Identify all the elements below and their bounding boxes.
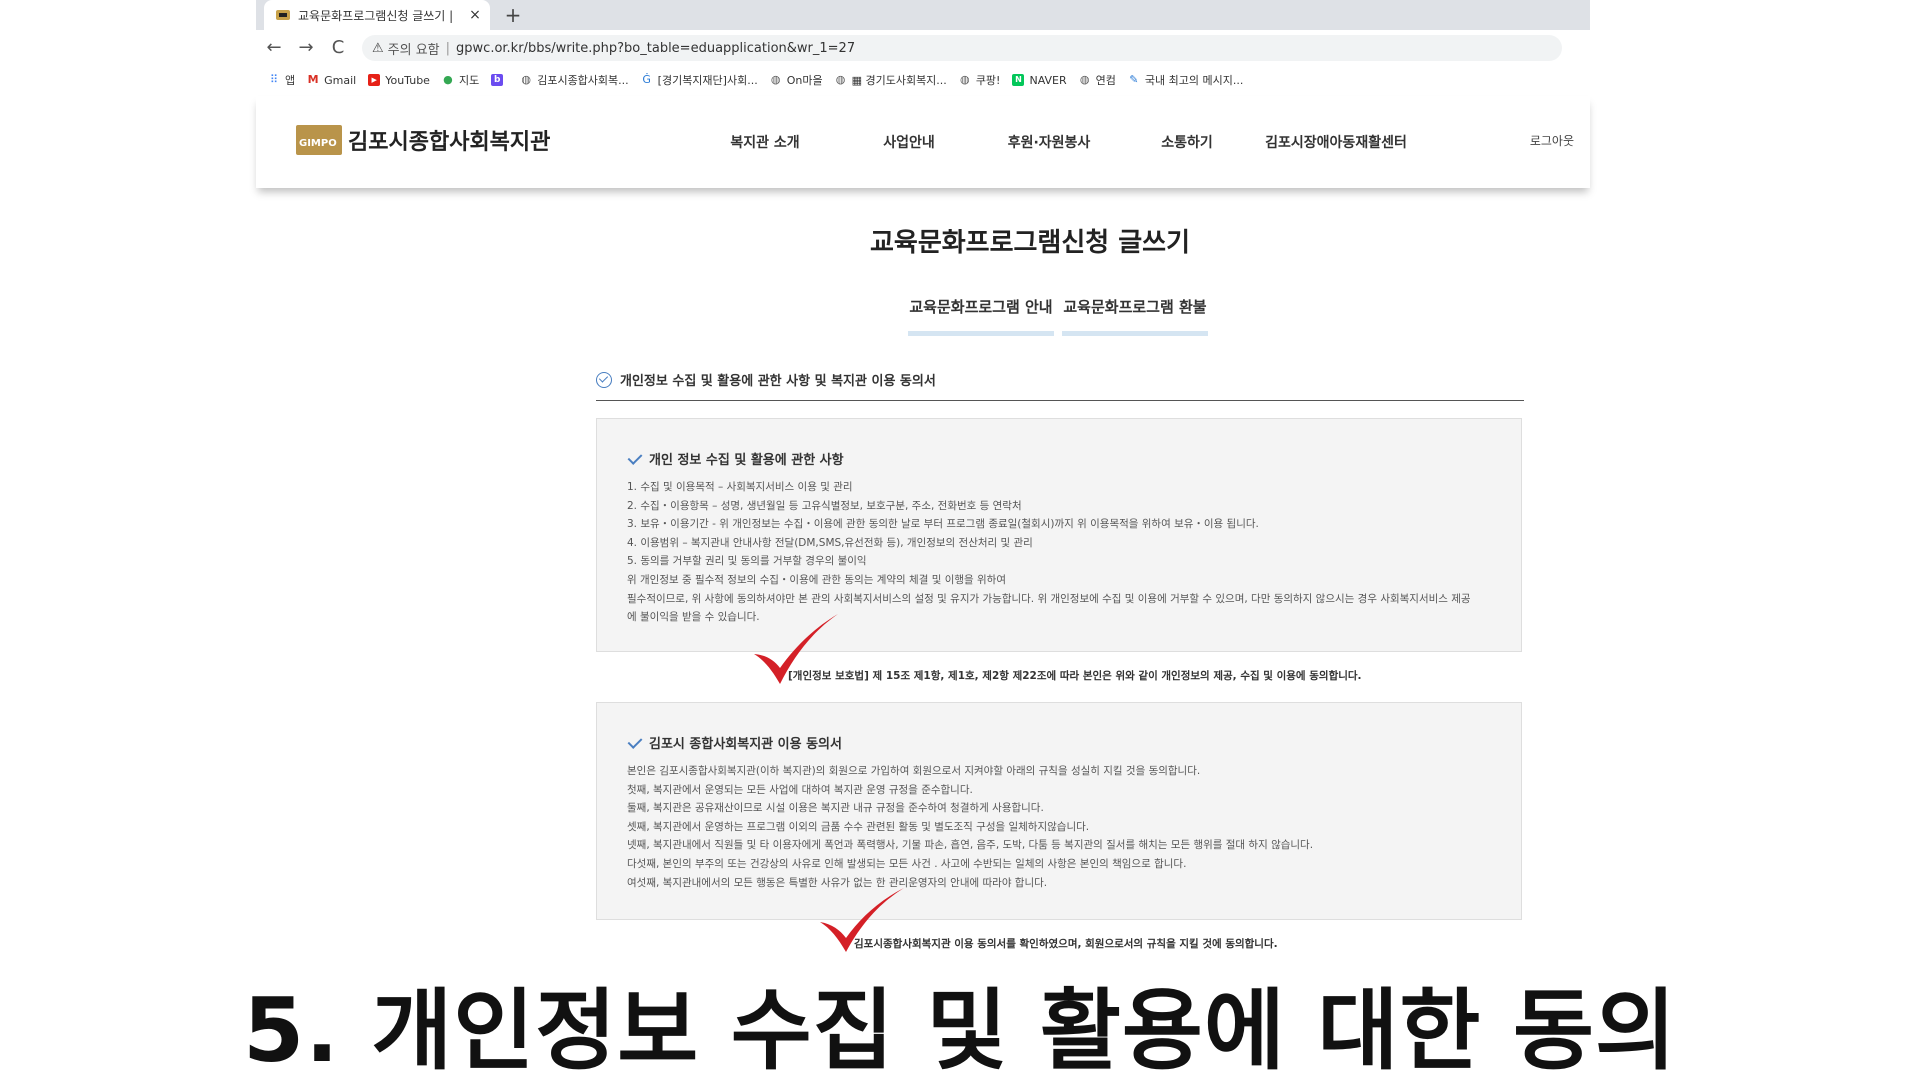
site-header: GIMPO 김포시종합사회복지관 복지관 소개 사업안내 후원·자원봉사 소통하… — [256, 96, 1590, 188]
section-heading-text: 개인정보 수집 및 활용에 관한 사항 및 복지관 이용 동의서 — [620, 374, 936, 389]
site-favicon-icon — [276, 10, 290, 20]
new-tab-button[interactable]: + — [502, 4, 524, 26]
bookmark-gmail[interactable]: M Gmail — [307, 73, 357, 87]
band-icon: b — [491, 74, 504, 86]
usage-rule-line: 둘째, 복지관은 공유재산이므로 시설 이용은 복지관 내규 규정을 준수하여 … — [627, 802, 1044, 815]
page-title: 교육문화프로그램신청 글쓰기 — [869, 228, 1190, 258]
globe-icon: ◍ — [835, 73, 846, 86]
browser-toolbar: ← → C ⚠ 주의 요함 | gpwc.or.kr/bbs/write.php… — [256, 30, 1590, 66]
privacy-term-line: 위 개인정보 중 필수적 정보의 수집・이용에 관한 동의는 계약의 체결 및 … — [627, 573, 1006, 586]
warning-icon[interactable]: ⚠ — [372, 41, 384, 56]
youtube-icon: ▶ — [368, 74, 381, 86]
naver-icon: N — [1012, 74, 1025, 86]
maps-pin-icon: ● — [443, 73, 453, 86]
circle-check-icon — [596, 372, 612, 388]
consent-section-heading: 개인정보 수집 및 활용에 관한 사항 및 복지관 이용 동의서 — [596, 370, 1524, 401]
security-status[interactable]: 주의 요함 — [388, 39, 440, 58]
facility-usage-box: 김포시 종합사회복지관 이용 동의서 본인은 김포시종합사회복지관(이하 복지관… — [596, 702, 1522, 920]
tab-program-refund[interactable]: 교육문화프로그램 환불 — [1062, 296, 1208, 336]
logo-emblem: GIMPO — [296, 125, 342, 155]
globe-icon: ◍ — [521, 73, 531, 86]
globe-icon: ◍ — [1079, 73, 1090, 86]
url-text[interactable]: gpwc.or.kr/bbs/write.php?bo_table=eduapp… — [456, 41, 855, 56]
privacy-terms-title: 개인 정보 수집 및 활용에 관한 사항 — [649, 453, 844, 468]
bookmark-onmaeul[interactable]: ◍ On마을 — [770, 72, 823, 88]
privacy-terms-title-row: 개인 정보 수집 및 활용에 관한 사항 — [627, 449, 1491, 468]
usage-rule-line: 본인은 김포시종합사회복지관(이하 복지관)의 회원으로 가입하여 회원으로서 … — [627, 765, 1201, 777]
sub-tabs: 교육문화프로그램 안내 교육문화프로그램 환불 — [908, 296, 1216, 336]
usage-rule-line: 첫째, 복지관에서 운영되는 모든 사업에 대하여 복지관 운영 규정을 준수합… — [627, 783, 973, 796]
bookmark-naver[interactable]: N NAVER — [1012, 74, 1067, 87]
check-icon — [627, 733, 643, 749]
nav-community[interactable]: 소통하기 — [1128, 132, 1246, 152]
tab-strip: 교육문화프로그램신청 글쓰기 | × + — [256, 0, 1590, 30]
site-logo[interactable]: GIMPO 김포시종합사회복지관 — [296, 124, 550, 156]
bookmark-band[interactable]: b — [491, 74, 508, 86]
main-navigation: 복지관 소개 사업안내 후원·자원봉사 소통하기 김포시장애아동재활센터 — [700, 132, 1416, 152]
privacy-term-line: 5. 동의를 거부할 권리 및 동의를 거부할 경우의 불이익 — [627, 555, 867, 568]
bookmark-message[interactable]: ✎ 국내 최고의 메시지... — [1128, 72, 1243, 88]
logout-link[interactable]: 로그아웃 — [1530, 132, 1574, 149]
apps-grid-icon: ⠿ — [269, 73, 279, 86]
bookmark-yeoncom[interactable]: ◍ 연컴 — [1079, 72, 1116, 88]
usage-rule-line: 넷째, 복지관내에서 직원들 및 타 이용자에게 폭언과 폭력행사, 기물 파손… — [627, 839, 1314, 852]
red-checkmark-icon — [820, 888, 904, 952]
privacy-term-line: 4. 이용범위 – 복지관내 안내사항 전달(DM,SMS,유선전화 등), 개… — [627, 536, 1033, 549]
tab-close-icon[interactable]: × — [466, 7, 484, 23]
nav-rehab-center[interactable]: 김포시장애아동재활센터 — [1256, 132, 1416, 152]
privacy-term-line: 필수적이므로, 위 사항에 동의하셔야만 본 관의 사회복지서비스의 설정 및 … — [627, 592, 1471, 605]
back-button[interactable]: ← — [260, 34, 288, 62]
bookmark-youtube[interactable]: ▶ YouTube — [368, 74, 430, 87]
red-checkmark-icon — [754, 614, 838, 684]
bookmarks-bar: ⠿ 앱 M Gmail ▶ YouTube ● 지도 b ◍ 김포시종합사회복... Ġ[… — [256, 66, 1590, 94]
bookmark-maps[interactable]: ● 지도 — [442, 72, 479, 88]
tab-title: 교육문화프로그램신청 글쓰기 | — [298, 8, 454, 23]
nav-sponsor-volunteer[interactable]: 후원·자원봉사 — [982, 132, 1116, 152]
privacy-term-line: 2. 수집・이용항목 – 성명, 생년월일 등 고유식별정보, 보호구분, 주소… — [627, 499, 1022, 512]
nav-about[interactable]: 복지관 소개 — [700, 132, 830, 152]
globe-icon: ◍ — [960, 73, 970, 86]
check-icon — [627, 449, 643, 465]
tab-program-info[interactable]: 교육문화프로그램 안내 — [908, 296, 1054, 336]
logo-text: 김포시종합사회복지관 — [348, 130, 551, 155]
ggwf-icon: Ġ — [642, 73, 651, 86]
browser-window: 교육문화프로그램신청 글쓰기 | × + ← → C ⚠ 주의 요함 | gpw… — [256, 0, 1590, 96]
bookmark-coupang[interactable]: ◍ 쿠팡! — [959, 72, 1000, 88]
nav-business[interactable]: 사업안내 — [850, 132, 968, 152]
bookmark-gyeonggi-welfare[interactable]: ◍ ▦ 경기도사회복지... — [835, 72, 947, 88]
usage-rule-line: 여섯째, 복지관내에서의 모든 행동은 특별한 사유가 없는 한 관리운영자의 … — [627, 876, 1048, 889]
privacy-term-line: 1. 수집 및 이용목적 – 사회복지서비스 이용 및 관리 — [627, 481, 853, 493]
browser-tab-active[interactable]: 교육문화프로그램신청 글쓰기 | × — [264, 0, 490, 30]
usage-rule-line: 다섯째, 본인의 부주의 또는 건강상의 사유로 인해 발생되는 모든 사건 .… — [627, 857, 1187, 870]
privacy-term-line: 3. 보유・이용기간 - 위 개인정보는 수집・이용에 관한 동의한 날로 부터… — [627, 518, 1259, 531]
bookmark-ggwf[interactable]: Ġ [경기복지재단]사회... — [641, 72, 757, 88]
address-bar[interactable]: ⚠ 주의 요함 | gpwc.or.kr/bbs/write.php?bo_ta… — [362, 35, 1562, 61]
globe-icon: ◍ — [770, 73, 781, 86]
bookmark-apps[interactable]: ⠿ 앱 — [268, 72, 295, 88]
facility-usage-title-row: 김포시 종합사회복지관 이용 동의서 — [627, 733, 1491, 752]
address-separator: | — [445, 40, 451, 56]
usage-rule-line: 셋째, 복지관에서 운영하는 프로그램 이외의 금품 수수 관련된 활동 및 별… — [627, 820, 1090, 833]
bookmark-gimpo-welfare[interactable]: ◍ 김포시종합사회복... — [520, 72, 628, 88]
message-icon: ✎ — [1129, 73, 1139, 86]
facility-usage-title: 김포시 종합사회복지관 이용 동의서 — [649, 737, 842, 752]
slide-caption: 5. 개인정보 수집 및 활용에 대한 동의 — [243, 979, 1677, 1082]
reload-button[interactable]: C — [324, 34, 352, 62]
facility-agree-label[interactable]: 김포시종합사회복지관 이용 동의서를 확인하였으며, 회원으로서의 규칙을 지킬… — [854, 936, 1278, 951]
privacy-agree-label[interactable]: [개인정보 보호법] 제 15조 제1항, 제1호, 제2항 제22조에 따라 … — [788, 668, 1362, 683]
gmail-icon: M — [307, 73, 319, 86]
forward-button[interactable]: → — [292, 34, 320, 62]
privacy-terms-box: 개인 정보 수집 및 활용에 관한 사항 1. 수집 및 이용목적 – 사회복지… — [596, 418, 1522, 652]
